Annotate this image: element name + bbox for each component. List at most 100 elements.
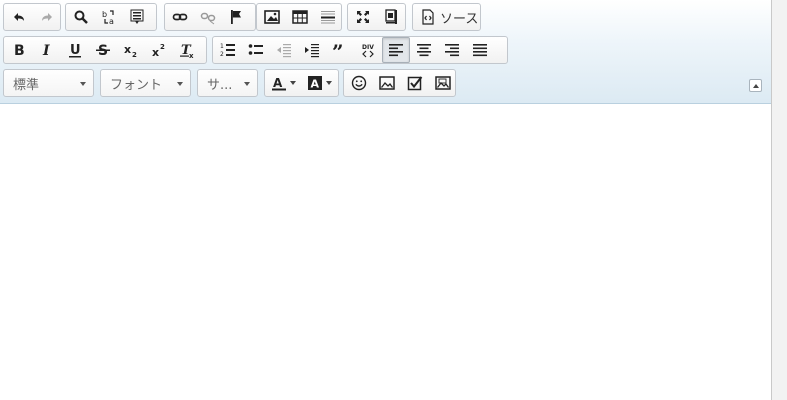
maximize-button[interactable] [349,4,377,30]
replace-button[interactable]: ba [95,4,123,30]
align-left-button[interactable] [382,37,410,63]
svg-text:2: 2 [132,51,137,58]
smiley-icon [351,75,367,91]
find-group: ba [65,3,157,31]
remove-format-button[interactable]: Tx [173,37,201,63]
div-container-icon: DIV [362,44,374,58]
undo-icon [14,13,24,21]
anchor-button[interactable] [222,4,250,30]
editor-content-area[interactable] [0,104,771,400]
source-button-label: ソース [440,11,479,27]
svg-text:x: x [124,43,131,56]
underline-icon: U [69,43,81,58]
bold-button[interactable]: B [5,37,33,63]
align-right-button[interactable] [438,37,466,63]
paragraph-group: 12 ” DIV [212,36,508,64]
font-combo[interactable]: フォント [100,69,191,97]
justify-icon [473,44,487,57]
indent-icon [305,44,319,58]
image2-icon [379,76,395,90]
smiley-button[interactable] [345,70,373,96]
subscript-button[interactable]: x2 [117,37,145,63]
align-left-icon [389,44,403,57]
image2-button[interactable] [373,70,401,96]
background-color-button[interactable]: A [302,70,338,96]
justify-button[interactable] [466,37,494,63]
svg-text:2: 2 [220,51,224,58]
image-icon [264,10,280,24]
text-color-icon: A [272,76,287,91]
collapse-toolbar-button[interactable] [749,79,762,92]
redo-button[interactable] [33,4,61,30]
align-right-icon [445,44,459,57]
basic-styles-group: B I U S x2 x2 Tx [3,36,207,64]
svg-text:A: A [310,78,319,91]
find-button[interactable] [67,4,95,30]
text-color-button[interactable]: A [266,70,302,96]
horizontal-rule-button[interactable] [314,4,342,30]
chevron-down-icon [244,82,250,86]
image-button[interactable] [258,4,286,30]
font-size-combo-label: サ... [207,77,233,93]
checkbox-icon [407,76,423,91]
bulleted-list-icon [248,44,263,55]
link-group [164,3,256,31]
horizontal-rule-icon [321,11,335,24]
blockquote-icon: ” [332,42,344,58]
image-map-button[interactable] [429,70,457,96]
link-button[interactable] [166,4,194,30]
background-color-icon: A [307,76,322,91]
indent-button[interactable] [298,37,326,63]
format-combo[interactable]: 標準 [3,69,94,97]
svg-text:I: I [42,43,50,58]
source-icon [422,9,434,25]
font-combo-label: フォント [110,77,163,93]
anchor-icon [231,10,241,24]
colors-group: A A [264,69,339,97]
svg-text:A: A [273,76,283,90]
svg-text:DIV: DIV [362,44,374,51]
blockquote-button[interactable]: ” [326,37,354,63]
undo-group [3,3,61,31]
checkbox-button[interactable] [401,70,429,96]
format-combo-label: 標準 [13,77,40,93]
align-center-button[interactable] [410,37,438,63]
select-all-button[interactable] [123,4,151,30]
remove-format-icon: Tx [180,43,194,58]
table-button[interactable] [286,4,314,30]
superscript-icon: x2 [152,43,165,58]
show-blocks-icon [385,9,397,24]
select-all-icon [130,9,144,24]
superscript-button[interactable]: x2 [145,37,173,63]
strikethrough-button[interactable]: S [89,37,117,63]
source-button[interactable]: ソース [414,4,484,30]
unlink-button[interactable] [194,4,222,30]
svg-text:x: x [152,46,159,58]
redo-icon [42,13,52,21]
insert-group [256,3,342,31]
table-icon [292,10,308,24]
svg-text:U: U [70,43,81,58]
bulleted-list-button[interactable] [242,37,270,63]
chevron-down-icon [177,82,183,86]
align-center-icon [417,44,431,57]
chevron-down-icon [80,82,86,86]
undo-button[interactable] [5,4,33,30]
italic-icon: I [42,43,50,58]
underline-button[interactable]: U [61,37,89,63]
italic-button[interactable]: I [33,37,61,63]
window-edge [771,0,787,400]
numbered-list-button[interactable]: 12 [214,37,242,63]
outdent-button[interactable] [270,37,298,63]
source-group: ソース [412,3,481,31]
svg-text:x: x [189,52,194,58]
font-size-combo[interactable]: サ... [197,69,258,97]
rich-text-editor: ba ソース B I U S x 2 x 2 T x 1 2 ” DIV 標準 … [0,0,771,400]
div-container-button[interactable]: DIV [354,37,382,63]
svg-text:”: ” [332,42,344,58]
svg-text:b: b [102,10,107,19]
collapse-toolbar-icon [752,83,759,88]
link-icon [172,13,188,21]
show-blocks-button[interactable] [377,4,405,30]
find-icon [74,10,88,24]
